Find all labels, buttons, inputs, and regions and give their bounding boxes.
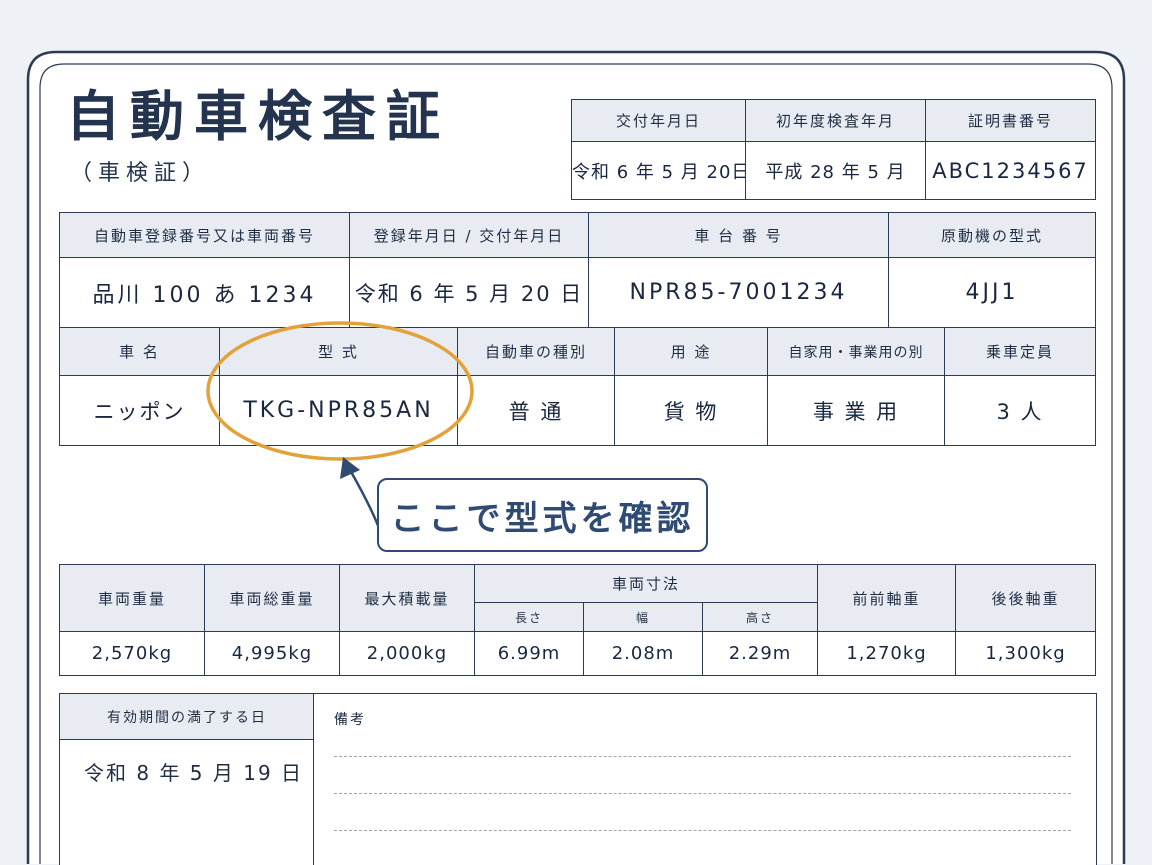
usage-header: 用 途 (614, 327, 768, 376)
length-value: 6.99m (474, 631, 584, 676)
gross-weight-header: 車両総重量 (204, 564, 340, 632)
usage-value: 貨 物 (614, 375, 768, 446)
vehicle-table: 車 名 型 式 自動車の種別 用 途 自家用・事業用の別 乗車定員 ニッポン T… (59, 327, 1096, 446)
registration-number-value: 品川 100 あ 1234 (59, 257, 350, 328)
height-value: 2.29m (701, 631, 819, 676)
top-info-table: 交付年月日 初年度検査年月 証明書番号 令和 6 年 5 月 20日 平成 28… (571, 99, 1096, 200)
registration-date-value: 令和 6 年 5 月 20 日 (349, 257, 589, 328)
remarks-line (334, 830, 1071, 831)
model-type-value: TKG-NPR85AN (219, 375, 458, 446)
document-subtitle: （車検証） (70, 161, 211, 186)
vehicle-weight-value: 2,570kg (59, 631, 205, 676)
max-load-value: 2,000kg (339, 631, 475, 676)
expiry-value: 令和 8 年 5 月 19 日 (84, 761, 304, 785)
expiry-header: 有効期間の満了する日 (60, 694, 314, 740)
remarks-label: 備考 (334, 712, 366, 728)
private-business-value: 事 業 用 (767, 375, 945, 446)
chassis-number-value: NPR85-7001234 (588, 257, 889, 328)
certificate-number-value: ABC1234567 (925, 141, 1096, 200)
seating-capacity-value: 3 人 (944, 375, 1096, 446)
max-load-header: 最大積載量 (339, 564, 475, 632)
vehicle-name-value: ニッポン (59, 375, 220, 446)
front-axle-weight-value: 1,270kg (817, 631, 957, 676)
callout-box: ここで型式を確認 (377, 478, 708, 552)
chassis-number-header: 車 台 番 号 (588, 212, 889, 258)
vehicle-name-header: 車 名 (59, 327, 220, 376)
vehicle-category-value: 普 通 (457, 375, 615, 446)
first-inspection-header: 初年度検査年月 (745, 99, 926, 142)
height-subheader: 高さ (701, 602, 819, 632)
rear-axle-weight-header: 後後軸重 (955, 564, 1097, 632)
registration-table: 自動車登録番号又は車両番号 登録年月日 / 交付年月日 車 台 番 号 原動機の… (59, 212, 1096, 328)
weights-table: 車両重量 車両総重量 最大積載量 車両寸法 前前軸重 後後軸重 長さ 幅 高さ … (59, 564, 1097, 676)
registration-date-header: 登録年月日 / 交付年月日 (349, 212, 589, 258)
model-type-header: 型 式 (219, 327, 458, 376)
engine-model-value: 4JJ1 (888, 257, 1096, 328)
issue-date-header: 交付年月日 (571, 99, 746, 142)
remarks-box: 備考 (313, 693, 1097, 865)
width-value: 2.08m (583, 631, 703, 676)
length-subheader: 長さ (474, 602, 584, 632)
rear-axle-weight-value: 1,300kg (955, 631, 1097, 676)
issue-date-value: 令和 6 年 5 月 20日 (571, 141, 746, 200)
private-business-header: 自家用・事業用の別 (767, 327, 945, 376)
registration-number-header: 自動車登録番号又は車両番号 (59, 212, 350, 258)
certificate-number-header: 証明書番号 (925, 99, 1096, 142)
document-title: 自動車検査証 (66, 85, 450, 148)
engine-model-header: 原動機の型式 (888, 212, 1096, 258)
expiry-box: 有効期間の満了する日 令和 8 年 5 月 19 日 (59, 693, 314, 865)
first-inspection-value: 平成 28 年 5 月 (745, 141, 926, 200)
front-axle-weight-header: 前前軸重 (817, 564, 957, 632)
gross-weight-value: 4,995kg (204, 631, 340, 676)
vehicle-weight-header: 車両重量 (59, 564, 205, 632)
width-subheader: 幅 (583, 602, 703, 632)
dimensions-header: 車両寸法 (473, 564, 819, 603)
remarks-line (334, 756, 1071, 757)
remarks-line (334, 793, 1071, 794)
vehicle-category-header: 自動車の種別 (457, 327, 615, 376)
seating-capacity-header: 乗車定員 (944, 327, 1096, 376)
